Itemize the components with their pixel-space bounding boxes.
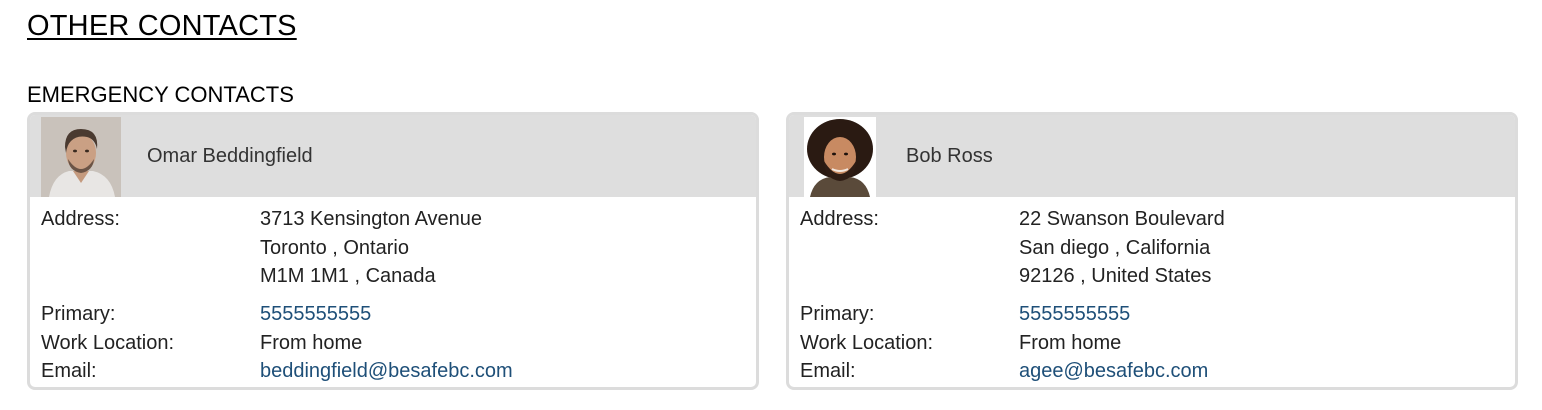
- email-row: Email: agee@besafebc.com: [800, 357, 1208, 386]
- work-location-value: From home: [1019, 332, 1122, 354]
- primary-row: Primary: 5555555555: [800, 300, 1130, 329]
- contact-card: Bob Ross Address: 22 Swanson Boulevard S…: [786, 112, 1518, 390]
- address-line-1: 3713 Kensington Avenue: [260, 208, 483, 230]
- primary-label: Primary:: [800, 303, 875, 325]
- email-link[interactable]: agee@besafebc.com: [1019, 357, 1208, 386]
- email-row: Email: beddingfield@besafebc.com: [41, 357, 513, 386]
- work-location-row: Work Location: From home: [41, 329, 362, 358]
- primary-phone-link[interactable]: 5555555555: [1019, 300, 1130, 329]
- contact-card-header: Omar Beddingfield: [30, 115, 756, 197]
- primary-phone-link[interactable]: 5555555555: [260, 300, 371, 329]
- address-value: 22 Swanson Boulevard San diego , Califor…: [1019, 205, 1225, 291]
- address-row: Address: 22 Swanson Boulevard San diego …: [800, 205, 1225, 291]
- contact-name: Bob Ross: [906, 145, 993, 167]
- work-location-row: Work Location: From home: [800, 329, 1121, 358]
- contact-name: Omar Beddingfield: [147, 145, 313, 167]
- primary-label: Primary:: [41, 303, 116, 325]
- work-location-label: Work Location:: [800, 332, 934, 354]
- address-label: Address:: [41, 208, 120, 230]
- primary-row: Primary: 5555555555: [41, 300, 371, 329]
- email-label: Email:: [41, 360, 97, 382]
- avatar: [804, 117, 876, 197]
- address-label: Address:: [800, 208, 879, 230]
- page-title: OTHER CONTACTS: [27, 10, 297, 42]
- avatar: [41, 117, 121, 197]
- address-value: 3713 Kensington Avenue Toronto , Ontario…: [260, 205, 482, 291]
- email-label: Email:: [800, 360, 856, 382]
- address-line-1: 22 Swanson Boulevard: [1019, 208, 1225, 230]
- address-line-2: Toronto , Ontario: [260, 236, 409, 259]
- section-title: EMERGENCY CONTACTS: [27, 82, 294, 107]
- contact-card: Omar Beddingfield Address: 3713 Kensingt…: [27, 112, 759, 390]
- work-location-value: From home: [260, 332, 363, 354]
- contact-card-header: Bob Ross: [789, 115, 1515, 197]
- address-line-2: San diego , California: [1019, 236, 1211, 259]
- address-line-3: 92126 , United States: [1019, 265, 1212, 287]
- work-location-label: Work Location:: [41, 332, 175, 354]
- email-link[interactable]: beddingfield@besafebc.com: [260, 357, 513, 386]
- address-line-3: M1M 1M1 , Canada: [260, 265, 436, 287]
- address-row: Address: 3713 Kensington Avenue Toronto …: [41, 205, 482, 291]
